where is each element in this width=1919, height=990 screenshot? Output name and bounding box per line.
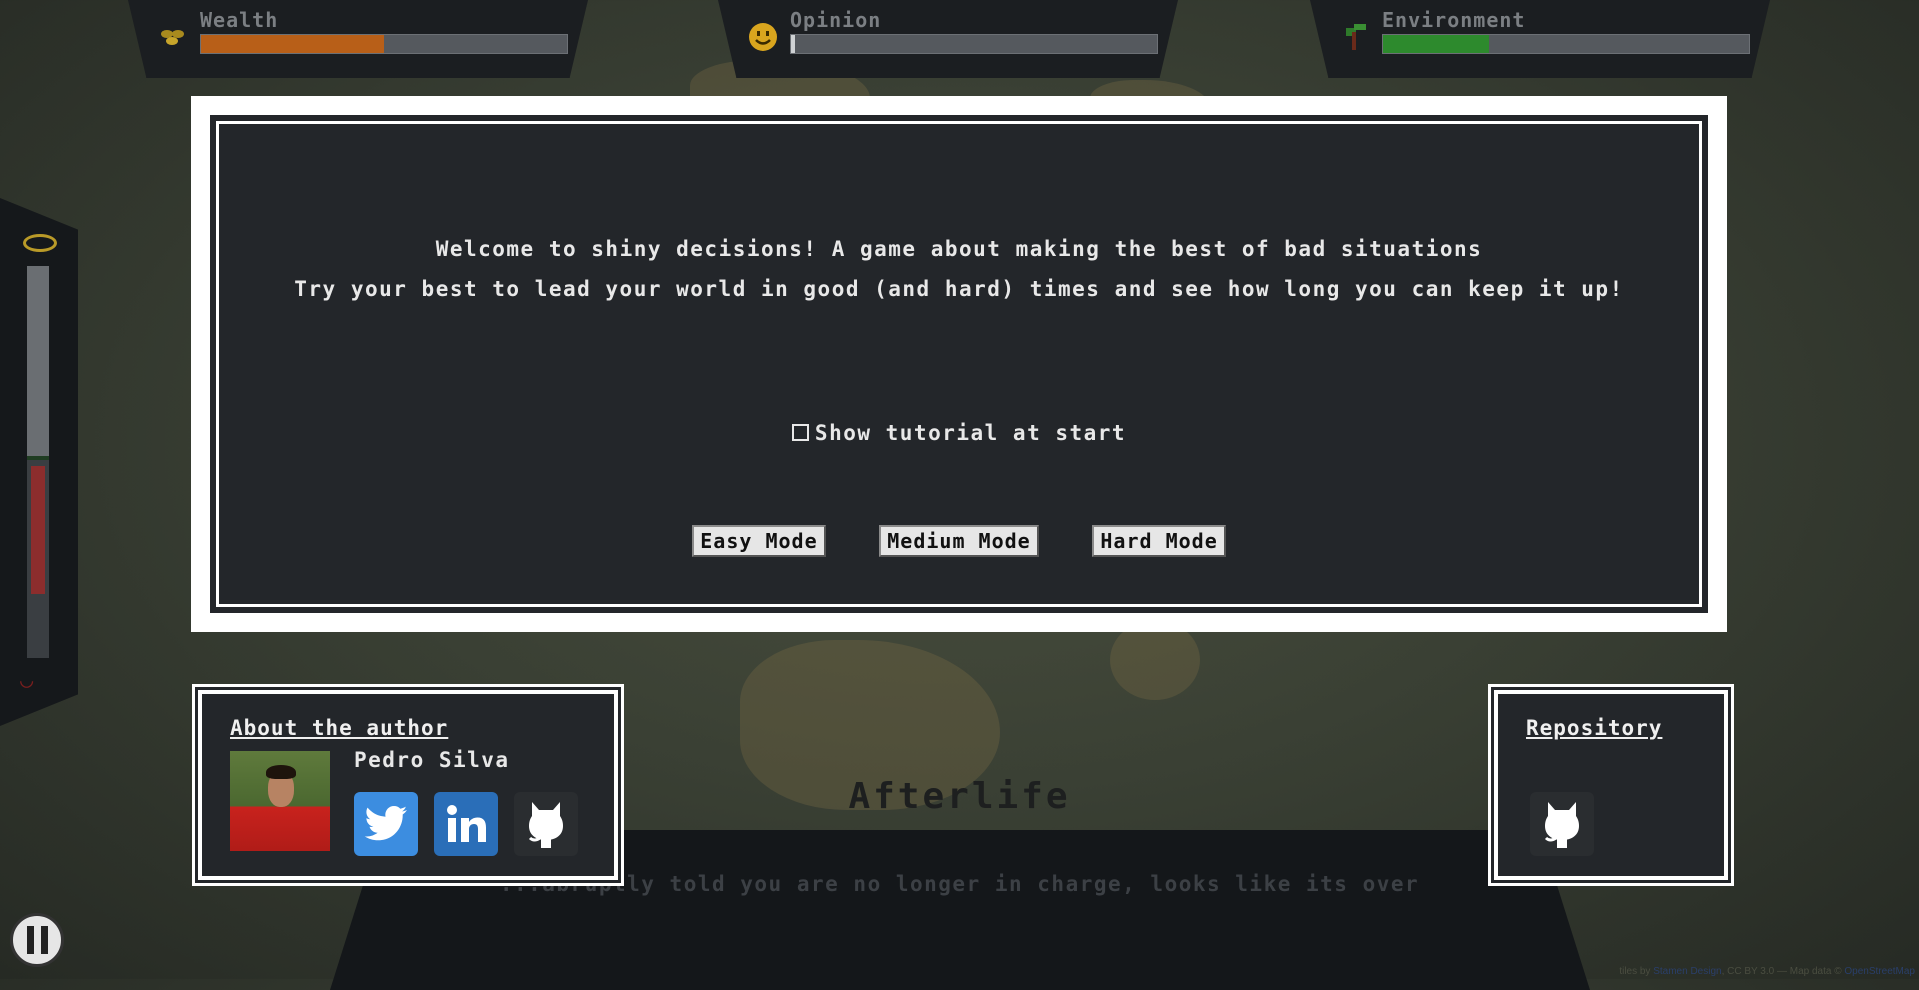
- linkedin-link[interactable]: [434, 792, 498, 856]
- openstreetmap-link[interactable]: OpenStreetMap: [1844, 966, 1915, 977]
- stamen-link[interactable]: Stamen Design: [1653, 966, 1721, 977]
- map-landmass: [1110, 620, 1200, 700]
- linkedin-icon: [447, 805, 486, 842]
- devil-horns-icon: ◡: [20, 668, 34, 693]
- github-octocat-icon: [1544, 802, 1579, 848]
- github-octocat-icon: [528, 802, 563, 848]
- gauge-track: [27, 266, 49, 658]
- tutorial-checkbox[interactable]: [791, 423, 809, 441]
- wealth-bar-fill: [201, 35, 384, 53]
- wealth-stat-panel: Wealth: [128, 0, 588, 78]
- opinion-stat-panel: Opinion: [718, 0, 1178, 78]
- tutorial-option[interactable]: Show tutorial at start: [216, 421, 1702, 445]
- twitter-icon: [364, 806, 407, 841]
- pause-icon: [26, 926, 34, 954]
- repository-github-link[interactable]: [1530, 792, 1594, 856]
- opinion-bar: [790, 34, 1158, 54]
- about-author-title: About the author: [230, 716, 449, 740]
- afterlife-gauge: ◡: [0, 198, 78, 726]
- author-name: Pedro Silva: [354, 748, 510, 772]
- halo-icon: [23, 234, 57, 252]
- environment-bar: [1382, 34, 1750, 54]
- pause-button[interactable]: [10, 913, 64, 967]
- environment-bar-fill: [1383, 35, 1490, 53]
- opinion-bar-fill: [791, 35, 795, 53]
- map-attribution: tiles by Stamen Design, CC BY 3.0 — Map …: [1619, 966, 1915, 977]
- welcome-text: Welcome to shiny decisions! A game about…: [435, 237, 1483, 261]
- tutorial-label[interactable]: Show tutorial at start: [815, 421, 1126, 445]
- opinion-label: Opinion: [790, 8, 882, 32]
- medium-mode-button[interactable]: Medium Mode: [879, 525, 1039, 557]
- tree-icon: [1346, 24, 1366, 50]
- hard-mode-button[interactable]: Hard Mode: [1092, 525, 1226, 557]
- github-link[interactable]: [514, 792, 578, 856]
- wealth-bar: [200, 34, 568, 54]
- repository-card: Repository: [1491, 687, 1731, 883]
- coins-icon: [161, 30, 184, 45]
- wealth-label: Wealth: [200, 8, 279, 32]
- hell-gauge-fill: [31, 466, 45, 594]
- welcome-dialog: Welcome to shiny decisions! A game about…: [191, 96, 1727, 632]
- environment-label: Environment: [1382, 8, 1526, 32]
- tagline-text: Try your best to lead your world in good…: [294, 277, 1624, 301]
- easy-mode-button[interactable]: Easy Mode: [692, 525, 826, 557]
- twitter-link[interactable]: [354, 792, 418, 856]
- environment-stat-panel: Environment: [1310, 0, 1770, 78]
- mode-buttons: Easy Mode Medium Mode Hard Mode: [216, 525, 1702, 557]
- about-author-card: About the author Pedro Silva: [195, 687, 621, 883]
- heaven-gauge-fill: [27, 266, 49, 460]
- smiley-icon: [749, 23, 777, 51]
- author-photo: [230, 751, 330, 851]
- repository-title[interactable]: Repository: [1526, 716, 1662, 740]
- welcome-dialog-body: Welcome to shiny decisions! A game about…: [210, 115, 1708, 613]
